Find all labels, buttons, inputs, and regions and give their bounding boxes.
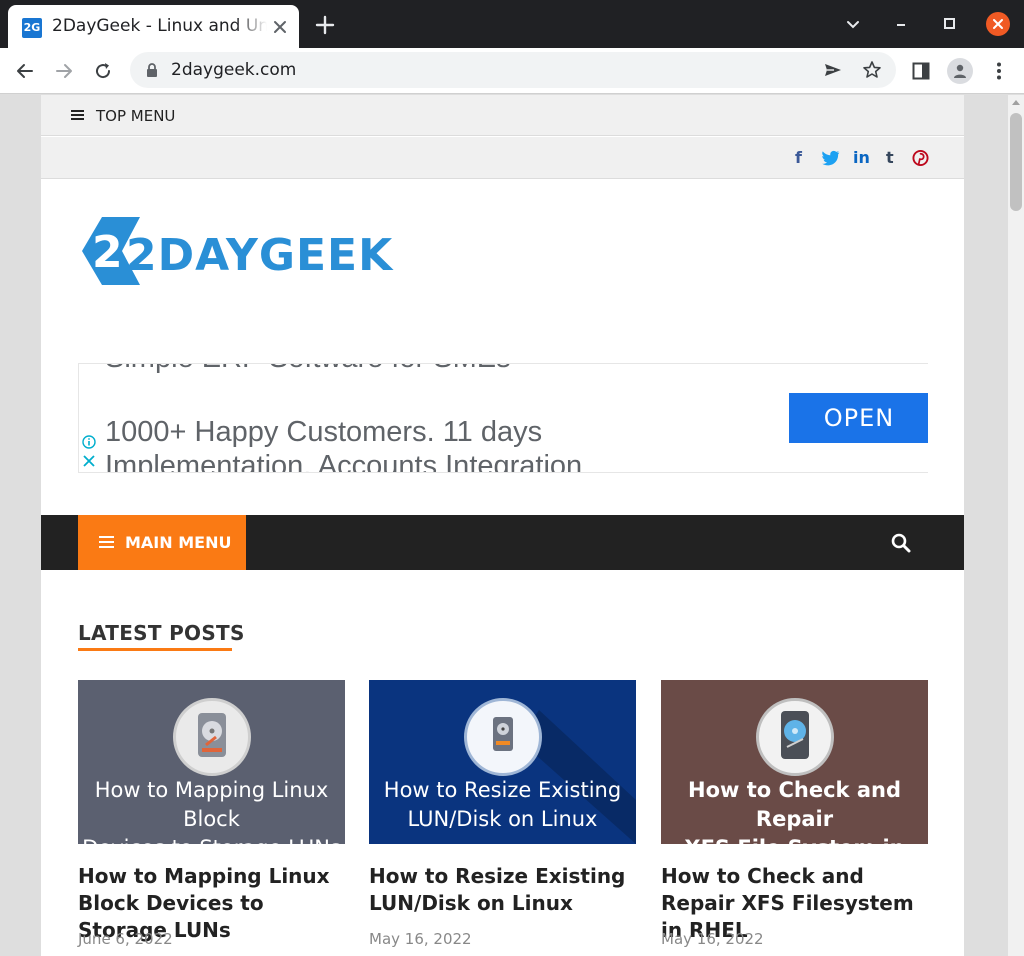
post-title-link[interactable]: How to Resize Existing LUN/Disk on Linux xyxy=(369,863,639,917)
ad-info-icon[interactable] xyxy=(82,435,96,449)
post-thumbnail[interactable]: How to Resize Existing LUN/Disk on Linux xyxy=(369,680,636,844)
browser-tab[interactable]: 2G 2DayGeek - Linux and Unix xyxy=(8,5,299,48)
reload-button[interactable] xyxy=(90,58,116,84)
tab-close-icon[interactable] xyxy=(271,18,289,36)
site-page: TOP MENU f in t 2 2DAYGEEK Simple ERP So… xyxy=(41,95,964,956)
hard-drive-icon xyxy=(756,698,834,776)
page-scrollbar[interactable] xyxy=(1008,95,1024,956)
send-icon xyxy=(825,64,841,76)
social-bar: f in t xyxy=(41,137,964,179)
logo-text: 2DAYGEEK xyxy=(126,230,394,281)
top-menu-toggle[interactable]: TOP MENU xyxy=(96,107,175,125)
main-navigation: MAIN MENU xyxy=(41,515,964,570)
thumbnail-caption: How to Mapping Linux Block Devices to St… xyxy=(82,778,341,844)
post-thumbnail[interactable]: How to Mapping Linux Block Devices to St… xyxy=(78,680,345,844)
ad-open-button[interactable]: OPEN xyxy=(789,393,928,443)
post-thumbnail[interactable]: How to Check and Repair XFS File System … xyxy=(661,680,928,844)
address-bar[interactable]: 2daygeek.com xyxy=(130,52,896,88)
page-viewport: TOP MENU f in t 2 2DAYGEEK Simple ERP So… xyxy=(0,95,1008,956)
back-button[interactable] xyxy=(12,58,38,84)
window-close-button[interactable] xyxy=(986,12,1010,36)
forward-arrow-icon xyxy=(56,64,72,78)
heading-underline xyxy=(78,648,232,651)
kebab-menu-icon xyxy=(997,62,1001,80)
window-close-icon xyxy=(986,12,1010,36)
hamburger-icon xyxy=(99,536,114,548)
post-date: June 6, 2022 xyxy=(78,930,173,948)
browser-toolbar: 2daygeek.com xyxy=(0,48,1024,94)
tab-search-chevron-icon[interactable] xyxy=(841,12,865,36)
ad-body-line1: 1000+ Happy Customers. 11 days xyxy=(105,416,543,448)
new-tab-icon[interactable] xyxy=(314,14,336,36)
thumbnail-caption: How to Check and Repair XFS File System … xyxy=(684,778,904,844)
hard-drive-icon xyxy=(464,698,542,776)
maximize-icon[interactable] xyxy=(937,12,961,36)
side-panel-icon xyxy=(912,62,930,80)
thumbnail-caption: How to Resize Existing LUN/Disk on Linux xyxy=(383,778,622,831)
side-panel-button[interactable] xyxy=(908,58,934,84)
scroll-up-arrow-icon[interactable] xyxy=(1012,100,1020,105)
ad-banner[interactable]: Simple ERP Software for SMEs 1000+ Happy… xyxy=(78,363,928,473)
svg-text:2: 2 xyxy=(92,227,123,278)
profile-button[interactable] xyxy=(947,58,973,84)
facebook-icon[interactable]: f xyxy=(795,149,802,167)
minimize-icon[interactable] xyxy=(889,12,913,36)
url-text: 2daygeek.com xyxy=(171,60,297,80)
ad-body-line2: Implementation. Accounts Integration xyxy=(105,450,583,473)
post-date: May 16, 2022 xyxy=(369,930,472,948)
hard-drive-icon xyxy=(173,698,251,776)
scroll-thumb[interactable] xyxy=(1010,113,1022,211)
top-menu-bar: TOP MENU xyxy=(41,95,964,136)
lock-icon[interactable] xyxy=(145,62,159,78)
linkedin-icon[interactable]: in xyxy=(853,149,870,167)
search-icon[interactable] xyxy=(890,532,912,554)
send-tab-button[interactable] xyxy=(822,59,844,81)
main-menu-button[interactable]: MAIN MENU xyxy=(78,515,246,570)
site-logo[interactable]: 2 2DAYGEEK xyxy=(78,215,408,287)
latest-posts-heading: LATEST POSTS xyxy=(78,621,245,645)
main-menu-label: MAIN MENU xyxy=(125,533,232,552)
hamburger-icon[interactable] xyxy=(71,110,84,120)
tab-title: 2DayGeek - Linux and Unix xyxy=(52,16,267,36)
avatar xyxy=(947,58,973,84)
tab-favicon-icon: 2G xyxy=(22,18,42,38)
forward-button[interactable] xyxy=(51,58,77,84)
person-icon xyxy=(954,64,966,78)
twitter-icon[interactable] xyxy=(822,149,840,167)
post-date: May 16, 2022 xyxy=(661,930,764,948)
star-icon xyxy=(863,61,881,78)
pinterest-icon[interactable] xyxy=(912,149,929,167)
back-arrow-icon xyxy=(17,64,33,78)
tumblr-icon[interactable]: t xyxy=(886,149,894,167)
ad-headline: Simple ERP Software for SMEs xyxy=(105,364,511,375)
browser-menu-button[interactable] xyxy=(986,58,1012,84)
bookmark-button[interactable] xyxy=(861,59,883,81)
reload-icon xyxy=(96,63,111,79)
browser-titlebar: 2G 2DayGeek - Linux and Unix xyxy=(0,0,1024,48)
ad-close-icon[interactable] xyxy=(82,454,96,468)
